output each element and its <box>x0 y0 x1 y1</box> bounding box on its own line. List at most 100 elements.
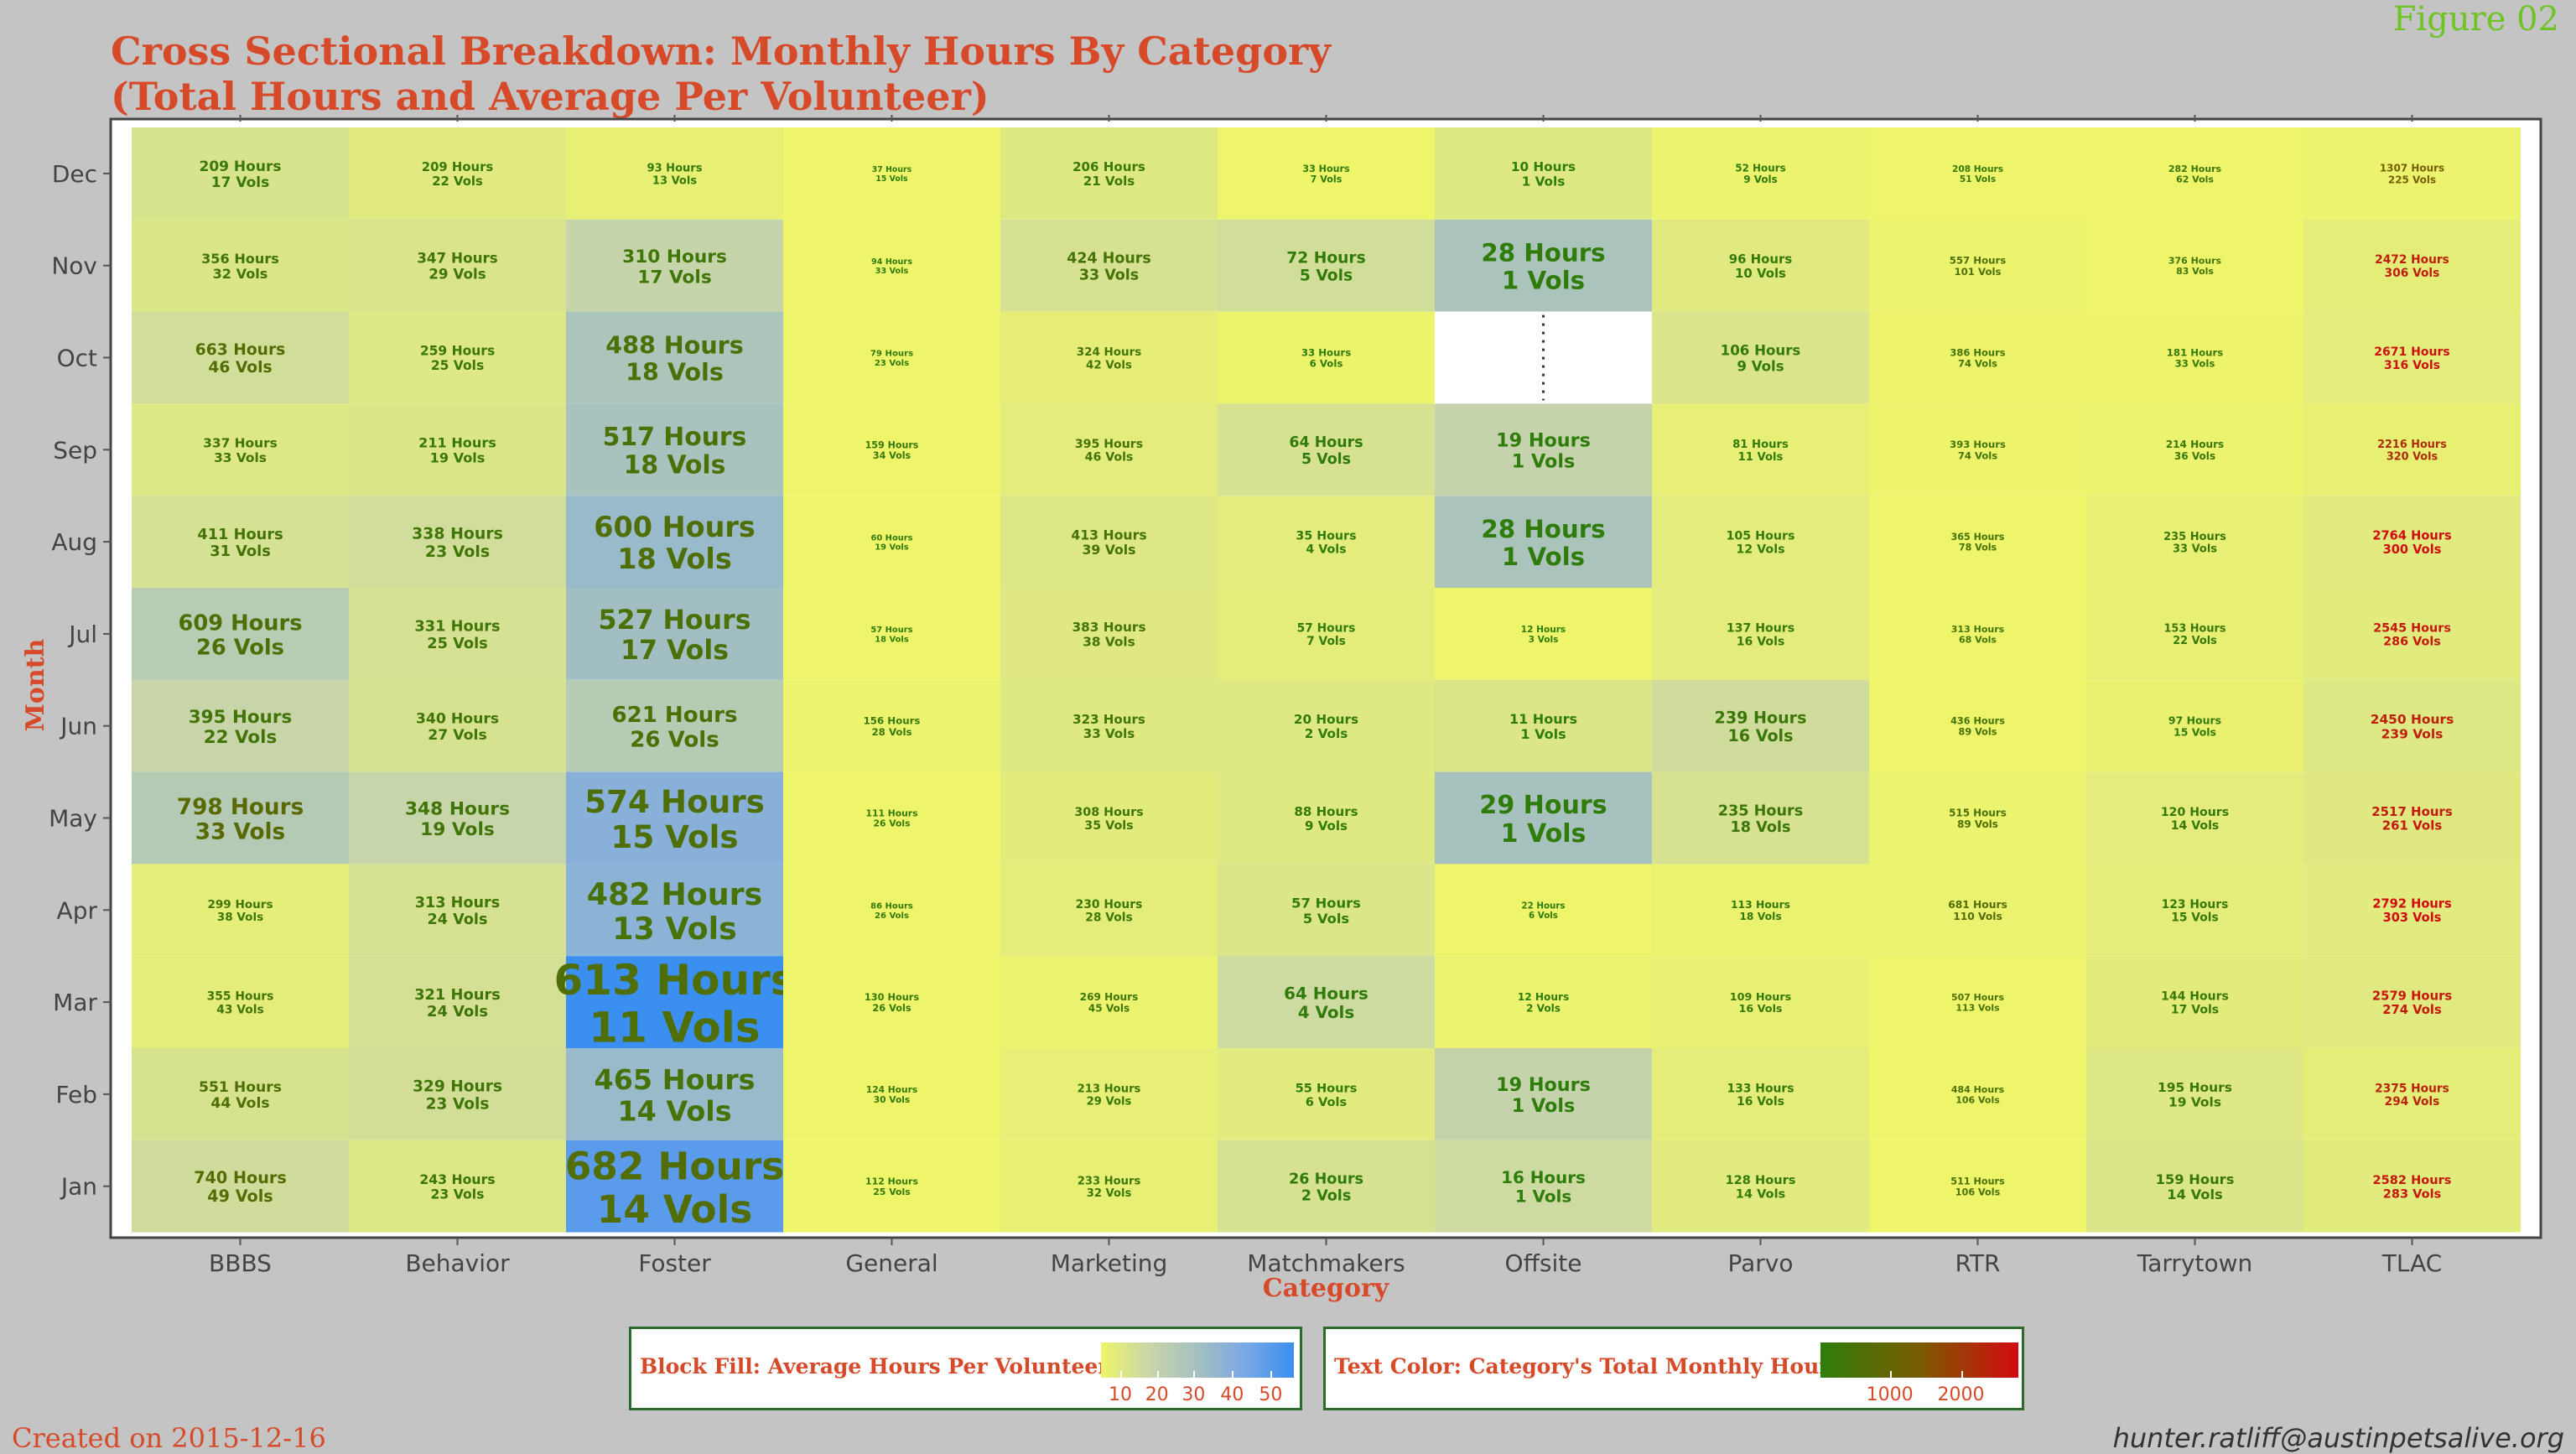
cell-vols-label: 26 Vols <box>874 818 911 829</box>
cell-hours-label: 383 Hours <box>1072 620 1145 635</box>
cell-vols-label: 18 Vols <box>626 358 724 387</box>
cell-vols-label: 1 Vols <box>1515 1187 1571 1207</box>
cell-vols-label: 303 Vols <box>2383 911 2442 925</box>
cell-hours-label: 28 Hours <box>1481 238 1605 267</box>
cell-hours-label: 55 Hours <box>1296 1081 1358 1095</box>
cell-vols-label: 18 Vols <box>624 451 726 480</box>
cell-hours-label: 663 Hours <box>195 341 286 359</box>
y-tick-label: Feb <box>55 1081 97 1109</box>
cell-vols-label: 44 Vols <box>210 1095 269 1112</box>
cell-hours-label: 214 Hours <box>2166 439 2224 450</box>
cell-hours-label: 144 Hours <box>2161 990 2229 1004</box>
cell-vols-label: 13 Vols <box>652 174 697 187</box>
cell-vols-label: 2 Vols <box>1526 1003 1561 1015</box>
cell-hours-label: 211 Hours <box>418 434 496 450</box>
legend-tick-label: 10 <box>1109 1384 1132 1405</box>
cell-vols-label: 89 Vols <box>1957 818 1998 830</box>
cell-hours-label: 81 Hours <box>1732 439 1789 451</box>
cell-vols-label: 1 Vols <box>1501 819 1587 849</box>
cell-vols-label: 18 Vols <box>1731 819 1791 836</box>
cell-vols-label: 35 Vols <box>1084 819 1133 833</box>
cell-vols-label: 1 Vols <box>1520 726 1566 742</box>
cell-hours-label: 337 Hours <box>203 436 278 451</box>
cell-hours-label: 239 Hours <box>1715 708 1807 727</box>
cell-vols-label: 62 Vols <box>2176 174 2214 184</box>
cell-hours-label: 798 Hours <box>177 795 304 820</box>
cell-vols-label: 1 Vols <box>1502 267 1585 295</box>
cell-vols-label: 25 Vols <box>431 358 484 373</box>
cell-hours-label: 347 Hours <box>417 250 498 267</box>
cell-hours-label: 2216 Hours <box>2377 439 2447 451</box>
cell-hours-label: 93 Hours <box>647 163 703 175</box>
cell-hours-label: 113 Hours <box>1731 899 1790 911</box>
cell-hours-label: 57 Hours <box>1297 621 1356 635</box>
cell-hours-label: 269 Hours <box>1080 991 1139 1003</box>
cell-hours-label: 19 Hours <box>1496 429 1591 451</box>
y-axis-title: Month <box>21 638 50 731</box>
cell-vols-label: 46 Vols <box>208 359 272 376</box>
cell-vols-label: 23 Vols <box>875 359 909 368</box>
cell-vols-label: 11 Vols <box>1738 451 1784 464</box>
y-tick-label: Aug <box>51 528 97 556</box>
cell-hours-label: 235 Hours <box>2163 531 2226 543</box>
cell-hours-label: 308 Hours <box>1074 806 1143 819</box>
cell-hours-label: 11 Hours <box>1509 711 1577 727</box>
cell-vols-label: 42 Vols <box>1086 359 1132 371</box>
fill-legend: Block Fill: Average Hours Per Volunteer … <box>629 1327 1302 1410</box>
cell-hours-label: 323 Hours <box>1072 712 1145 727</box>
legend-tick-mark <box>1270 1371 1273 1378</box>
cell-hours-label: 79 Hours <box>870 350 913 359</box>
cell-hours-label: 112 Hours <box>865 1176 918 1187</box>
cell-hours-label: 206 Hours <box>1072 159 1145 174</box>
cell-hours-label: 365 Hours <box>1951 532 2005 543</box>
cell-hours-label: 72 Hours <box>1286 249 1365 267</box>
legend-tick-label: 40 <box>1220 1384 1244 1405</box>
cell-hours-label: 52 Hours <box>1735 163 1785 174</box>
cell-vols-label: 49 Vols <box>207 1187 273 1206</box>
cell-vols-label: 2 Vols <box>1301 1187 1352 1204</box>
cell-vols-label: 17 Vols <box>2171 1003 2219 1016</box>
cell-hours-label: 213 Hours <box>1078 1083 1141 1096</box>
cell-vols-label: 106 Vols <box>1955 1187 2001 1197</box>
cell-vols-label: 33 Vols <box>1083 726 1135 741</box>
cell-vols-label: 1 Vols <box>1512 1095 1575 1117</box>
cell-vols-label: 51 Vols <box>1960 174 1996 184</box>
cell-vols-label: 33 Vols <box>195 819 285 844</box>
cell-hours-label: 124 Hours <box>866 1084 917 1095</box>
cell-vols-label: 274 Vols <box>2382 1003 2442 1017</box>
y-tick-label: Dec <box>52 160 97 188</box>
cell-hours-label: 2579 Hours <box>2372 989 2453 1003</box>
cell-vols-label: 6 Vols <box>1306 1095 1347 1109</box>
cell-hours-label: 94 Hours <box>871 257 912 267</box>
cell-vols-label: 101 Vols <box>1954 266 2001 278</box>
cell-hours-label: 310 Hours <box>622 247 727 267</box>
cell-vols-label: 16 Vols <box>1738 1003 1782 1015</box>
cell-hours-label: 2517 Hours <box>2371 804 2453 819</box>
cell-vols-label: 15 Vols <box>2171 911 2218 924</box>
cell-hours-label: 29 Hours <box>1479 791 1607 820</box>
cell-hours-label: 19 Hours <box>1496 1074 1591 1096</box>
cell-vols-label: 18 Vols <box>875 635 909 644</box>
cell-hours-label: 424 Hours <box>1067 251 1151 267</box>
cell-hours-label: 28 Hours <box>1481 515 1605 543</box>
cell-hours-label: 355 Hours <box>207 990 274 1004</box>
cell-vols-label: 23 Vols <box>426 1096 490 1114</box>
cell-hours-label: 527 Hours <box>598 605 750 636</box>
cell-hours-label: 324 Hours <box>1077 346 1141 359</box>
cell-vols-label: 74 Vols <box>1958 357 1997 369</box>
text-legend-label: Text Color: Category's Total Monthly Hou… <box>1334 1354 1842 1379</box>
cell-hours-label: 137 Hours <box>1727 621 1794 635</box>
legend-tick-mark <box>1156 1371 1159 1378</box>
cell-hours-label: 395 Hours <box>189 707 292 728</box>
cell-hours-label: 33 Hours <box>1302 164 1350 174</box>
cell-hours-label: 35 Hours <box>1296 530 1356 543</box>
cell-vols-label: 2 Vols <box>1305 726 1348 741</box>
text-legend-gradient <box>1820 1342 2018 1378</box>
cell-vols-label: 316 Vols <box>2384 359 2440 372</box>
cell-hours-label: 411 Hours <box>197 526 283 543</box>
cell-vols-label: 33 Vols <box>2173 543 2217 555</box>
cell-vols-label: 283 Vols <box>2383 1187 2442 1202</box>
cell-vols-label: 19 Vols <box>420 819 495 840</box>
cell-vols-label: 36 Vols <box>2174 450 2215 462</box>
cell-vols-label: 33 Vols <box>875 267 909 276</box>
